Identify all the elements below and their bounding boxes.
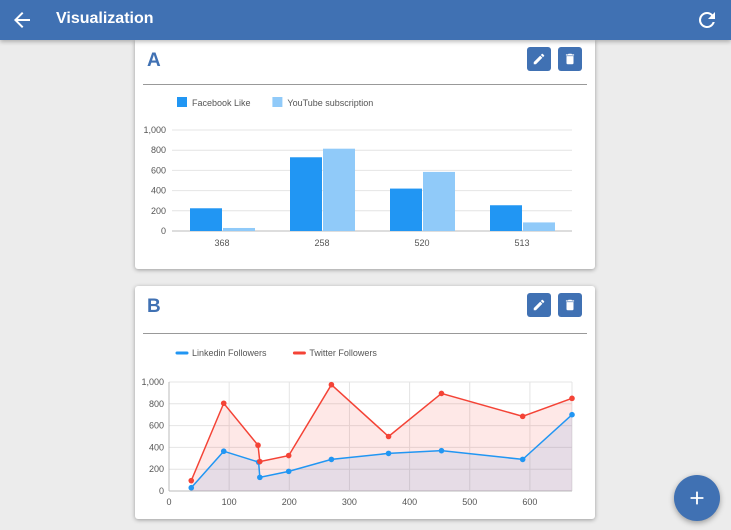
data-point	[569, 395, 575, 402]
y-tick-label: 800	[151, 145, 166, 155]
data-point	[385, 433, 392, 440]
data-point	[285, 452, 292, 459]
add-button[interactable]	[674, 475, 720, 521]
data-point	[285, 468, 292, 475]
data-point	[257, 458, 263, 465]
data-point	[328, 381, 335, 388]
x-tick-label: 513	[514, 238, 529, 248]
card-title: A	[147, 50, 161, 71]
trash-icon	[565, 299, 575, 311]
plus-icon	[690, 491, 704, 505]
data-point	[438, 390, 445, 397]
x-tick-label: 500	[462, 497, 477, 507]
x-tick-label: 600	[522, 497, 537, 507]
y-tick-label: 1,000	[141, 377, 164, 387]
x-tick-label: 520	[414, 238, 429, 248]
legend-swatch	[177, 97, 187, 107]
y-tick-label: 1,000	[143, 125, 166, 135]
x-tick-label: 300	[342, 497, 357, 507]
x-tick-label: 0	[166, 497, 171, 507]
bar	[490, 205, 522, 231]
bar-chart: Facebook Like YouTube subscription 0 200 400…	[143, 97, 572, 248]
area-chart: Linkedin Followers Twitter Followers 0 200 4…	[141, 348, 575, 507]
data-point	[257, 474, 263, 481]
bar	[223, 227, 255, 231]
divider	[143, 84, 587, 85]
legend-label: YouTube subscription	[287, 98, 373, 108]
divider	[143, 333, 587, 334]
y-tick-label: 200	[149, 464, 164, 474]
data-point	[569, 411, 575, 418]
data-point	[220, 400, 227, 407]
data-point	[188, 484, 195, 491]
data-point	[519, 456, 526, 463]
legend-label: Facebook Like	[192, 98, 251, 108]
y-tick-label: 0	[161, 226, 166, 236]
data-point	[438, 447, 445, 454]
delete-button[interactable]	[558, 293, 582, 317]
x-tick-label: 400	[402, 497, 417, 507]
x-tick-label: 258	[314, 238, 329, 248]
app-bar: Visualization	[0, 0, 731, 40]
legend-label: Linkedin Followers	[192, 348, 267, 358]
bar	[423, 171, 455, 231]
y-tick-label: 800	[149, 399, 164, 409]
data-point	[385, 450, 392, 457]
chart-card-a: A Facebook Like YouTube subscription 0 200 4…	[135, 40, 595, 269]
y-tick-label: 200	[151, 206, 166, 216]
edit-button[interactable]	[527, 293, 551, 317]
bar	[323, 148, 355, 231]
refresh-icon[interactable]	[695, 8, 719, 32]
x-tick-label: 100	[222, 497, 237, 507]
trash-icon	[565, 53, 575, 65]
y-tick-label: 600	[149, 421, 164, 431]
chart-card-b: B Linkedin Followers Twitter Followers 0 20…	[135, 286, 595, 519]
pencil-icon	[533, 299, 545, 311]
y-tick-label: 600	[151, 165, 166, 175]
bar	[290, 157, 322, 231]
legend-label: Twitter Followers	[309, 348, 377, 358]
bar	[190, 208, 222, 231]
bar	[523, 222, 555, 231]
edit-button[interactable]	[527, 47, 551, 71]
arrow-left-icon[interactable]	[10, 8, 34, 32]
x-tick-label: 200	[282, 497, 297, 507]
data-point	[188, 477, 195, 484]
y-tick-label: 0	[159, 486, 164, 496]
page-title: Visualization	[56, 10, 154, 27]
data-point	[519, 413, 526, 420]
card-title: B	[147, 296, 161, 317]
area-fill	[191, 384, 572, 491]
y-tick-label: 400	[149, 442, 164, 452]
delete-button[interactable]	[558, 47, 582, 71]
bar	[390, 188, 422, 231]
legend-swatch	[272, 97, 283, 107]
pencil-icon	[533, 53, 545, 65]
data-point	[220, 448, 227, 455]
y-tick-label: 400	[151, 186, 166, 196]
data-point	[328, 456, 335, 463]
x-tick-label: 368	[214, 238, 229, 248]
data-point	[255, 442, 261, 449]
